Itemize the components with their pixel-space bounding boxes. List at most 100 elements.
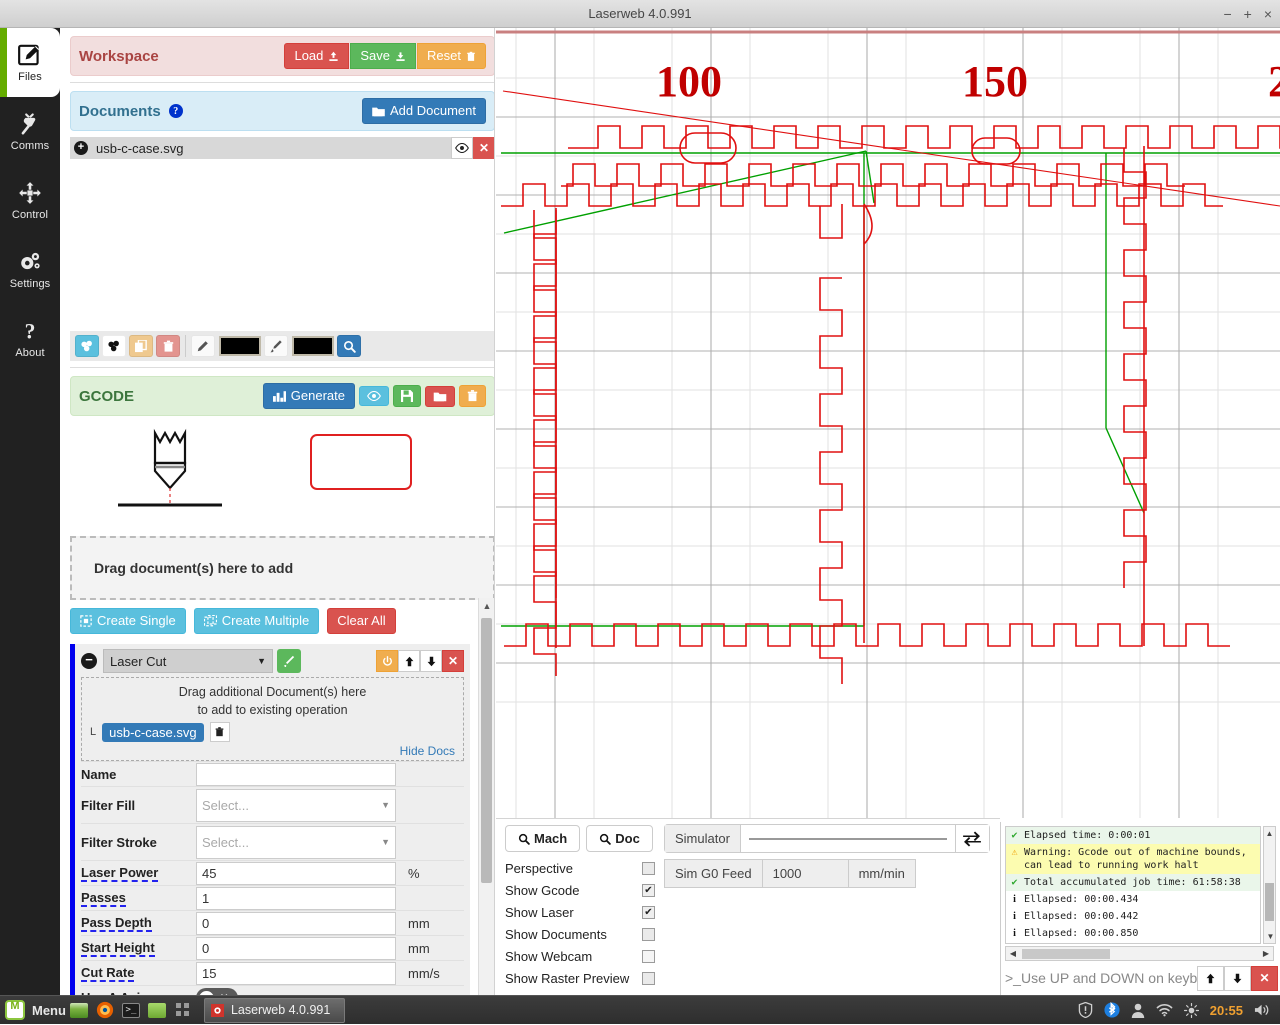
sidebar-item-settings[interactable]: Settings xyxy=(0,235,60,304)
bluetooth-icon[interactable] xyxy=(1104,1002,1120,1018)
close-icon[interactable]: × xyxy=(1264,7,1272,21)
operation-type-select[interactable]: Laser Cut ▼ xyxy=(103,649,273,673)
workspace-reset-button[interactable]: Reset xyxy=(417,43,486,69)
view-toggle-checkbox[interactable] xyxy=(642,927,655,941)
view-toggle-row[interactable]: Show Raster Preview xyxy=(505,967,655,989)
console-clear-button[interactable]: ✕ xyxy=(1251,965,1278,991)
gcode-preview-button[interactable] xyxy=(359,386,389,406)
mach-view-button[interactable]: Mach xyxy=(505,825,581,852)
menu-label[interactable]: Menu xyxy=(32,1003,66,1018)
console-history-up-button[interactable] xyxy=(1197,965,1224,991)
shield-icon[interactable] xyxy=(1078,1002,1093,1018)
log-hscroll-right[interactable]: ▶ xyxy=(1259,949,1273,958)
operation-field-input[interactable]: 1 xyxy=(196,886,396,910)
mint-menu-icon[interactable] xyxy=(5,1000,25,1020)
view-toggle-row[interactable]: Show Gcode ✔ xyxy=(505,879,655,901)
left-panel-scrollbar[interactable]: ▲ ▼ xyxy=(478,598,494,995)
gcode-save-button[interactable] xyxy=(393,385,421,407)
console-history-down-button[interactable] xyxy=(1224,965,1251,991)
quicklaunch-terminal-green-icon[interactable] xyxy=(66,996,92,1025)
swap-arrows-icon[interactable] xyxy=(955,824,990,853)
zoom-icon[interactable] xyxy=(337,335,361,357)
wifi-icon[interactable] xyxy=(1156,1003,1173,1017)
delete-icon[interactable] xyxy=(156,335,180,357)
console-log-hscrollbar[interactable]: ◀ ▶ xyxy=(1005,946,1274,961)
operation-field-select[interactable]: Select... ▼ xyxy=(196,788,396,822)
scroll-thumb[interactable] xyxy=(481,618,492,883)
workspace-save-button[interactable]: Save xyxy=(350,43,417,69)
log-scroll-thumb[interactable] xyxy=(1265,883,1274,921)
operation-field-input[interactable]: 0 xyxy=(196,936,396,960)
log-scroll-down[interactable]: ▼ xyxy=(1264,930,1277,943)
clear-all-button[interactable]: Clear All xyxy=(327,608,396,634)
taskbar-window-button[interactable]: Laserweb 4.0.991 xyxy=(203,997,346,1023)
sidebar-item-control[interactable]: Control xyxy=(0,166,60,235)
operation-field-input[interactable]: 45 xyxy=(196,861,396,885)
log-scroll-up[interactable]: ▲ xyxy=(1264,827,1275,840)
doc-view-button[interactable]: Doc xyxy=(586,825,653,852)
sidebar-item-comms[interactable]: Comms xyxy=(0,97,60,166)
view-toggle-checkbox[interactable] xyxy=(642,949,655,963)
console-log-vscrollbar[interactable]: ▲ ▼ xyxy=(1263,826,1276,944)
add-document-button[interactable]: Add Document xyxy=(362,98,486,124)
minimize-icon[interactable]: − xyxy=(1223,7,1231,21)
document-list-item[interactable]: + usb-c-case.svg ✕ xyxy=(70,137,494,159)
gcode-open-button[interactable] xyxy=(425,385,455,407)
workspace-load-button[interactable]: Load xyxy=(284,43,350,69)
operation-field-input[interactable] xyxy=(196,762,396,786)
quicklaunch-firefox-icon[interactable] xyxy=(92,996,118,1025)
volume-icon[interactable] xyxy=(1254,1003,1271,1017)
sidebar-item-files[interactable]: Files xyxy=(0,28,60,97)
log-hscroll-thumb[interactable] xyxy=(1022,948,1110,959)
stroke-color-swatch[interactable] xyxy=(292,336,334,356)
gcode-3d-viewport[interactable]: 100 150 2 xyxy=(496,28,1280,818)
operation-field-input[interactable]: 15 xyxy=(196,961,396,985)
operation-doc-delete-button[interactable] xyxy=(209,722,230,742)
operation-field-select[interactable]: Select... ▼ xyxy=(196,825,396,859)
quicklaunch-terminal-icon[interactable]: >_ xyxy=(118,996,144,1025)
ungroup-objects-icon[interactable] xyxy=(102,335,126,357)
operation-move-up-button[interactable] xyxy=(398,650,420,672)
view-toggle-row[interactable]: Show Laser ✔ xyxy=(505,901,655,923)
view-toggle-checkbox[interactable] xyxy=(642,861,655,875)
operation-dropzone[interactable]: Drag additional Document(s) here to add … xyxy=(81,677,464,761)
operation-delete-button[interactable]: ✕ xyxy=(442,650,464,672)
view-toggle-checkbox[interactable]: ✔ xyxy=(642,883,655,897)
sidebar-item-about[interactable]: ? About xyxy=(0,304,60,373)
quicklaunch-files-icon[interactable] xyxy=(144,996,170,1025)
user-icon[interactable] xyxy=(1131,1003,1145,1018)
brush-icon[interactable] xyxy=(264,335,288,357)
duplicate-icon[interactable] xyxy=(129,335,153,357)
quicklaunch-apps-icon[interactable] xyxy=(170,996,196,1025)
brightness-icon[interactable] xyxy=(1183,1002,1199,1018)
maximize-icon[interactable]: + xyxy=(1244,7,1252,21)
expand-icon[interactable]: + xyxy=(74,141,88,155)
operation-doc-tag[interactable]: usb-c-case.svg xyxy=(102,722,204,742)
collapse-icon[interactable]: − xyxy=(81,653,97,669)
log-hscroll-left[interactable]: ◀ xyxy=(1006,949,1020,958)
create-multiple-button[interactable]: Create Multiple xyxy=(193,608,320,634)
sim-g0-feed-input[interactable]: 1000 xyxy=(762,859,849,888)
document-visibility-toggle[interactable] xyxy=(451,137,473,159)
view-toggle-row[interactable]: Show Documents xyxy=(505,923,655,945)
document-remove-button[interactable]: ✕ xyxy=(473,137,494,159)
operation-wizard-button[interactable] xyxy=(277,649,301,673)
view-toggle-checkbox[interactable] xyxy=(642,971,655,985)
generate-gcode-button[interactable]: Generate xyxy=(262,383,355,409)
view-toggle-row[interactable]: Show Webcam xyxy=(505,945,655,967)
create-single-button[interactable]: Create Single xyxy=(70,608,186,634)
help-icon[interactable]: ? xyxy=(168,104,183,118)
gcode-dropzone[interactable]: Drag document(s) here to add xyxy=(70,536,494,600)
group-objects-icon[interactable] xyxy=(75,335,99,357)
use-a-axis-toggle[interactable]: ✕ xyxy=(196,988,238,995)
operation-field-input[interactable]: 0 xyxy=(196,911,396,935)
operation-move-down-button[interactable] xyxy=(420,650,442,672)
hide-docs-link[interactable]: Hide Docs xyxy=(90,744,455,758)
operation-enable-toggle[interactable] xyxy=(376,650,398,672)
console-log[interactable]: ✔ Elapsed time: 0:00:01 ⚠ Warning: Gcode ou… xyxy=(1005,826,1261,944)
console-command-input[interactable]: >_ Use UP and DOWN on keyb xyxy=(1005,965,1197,991)
scroll-up-arrow[interactable]: ▲ xyxy=(479,598,494,614)
fill-color-swatch[interactable] xyxy=(219,336,261,356)
gcode-clear-button[interactable] xyxy=(459,385,486,407)
view-toggle-checkbox[interactable]: ✔ xyxy=(642,905,655,919)
